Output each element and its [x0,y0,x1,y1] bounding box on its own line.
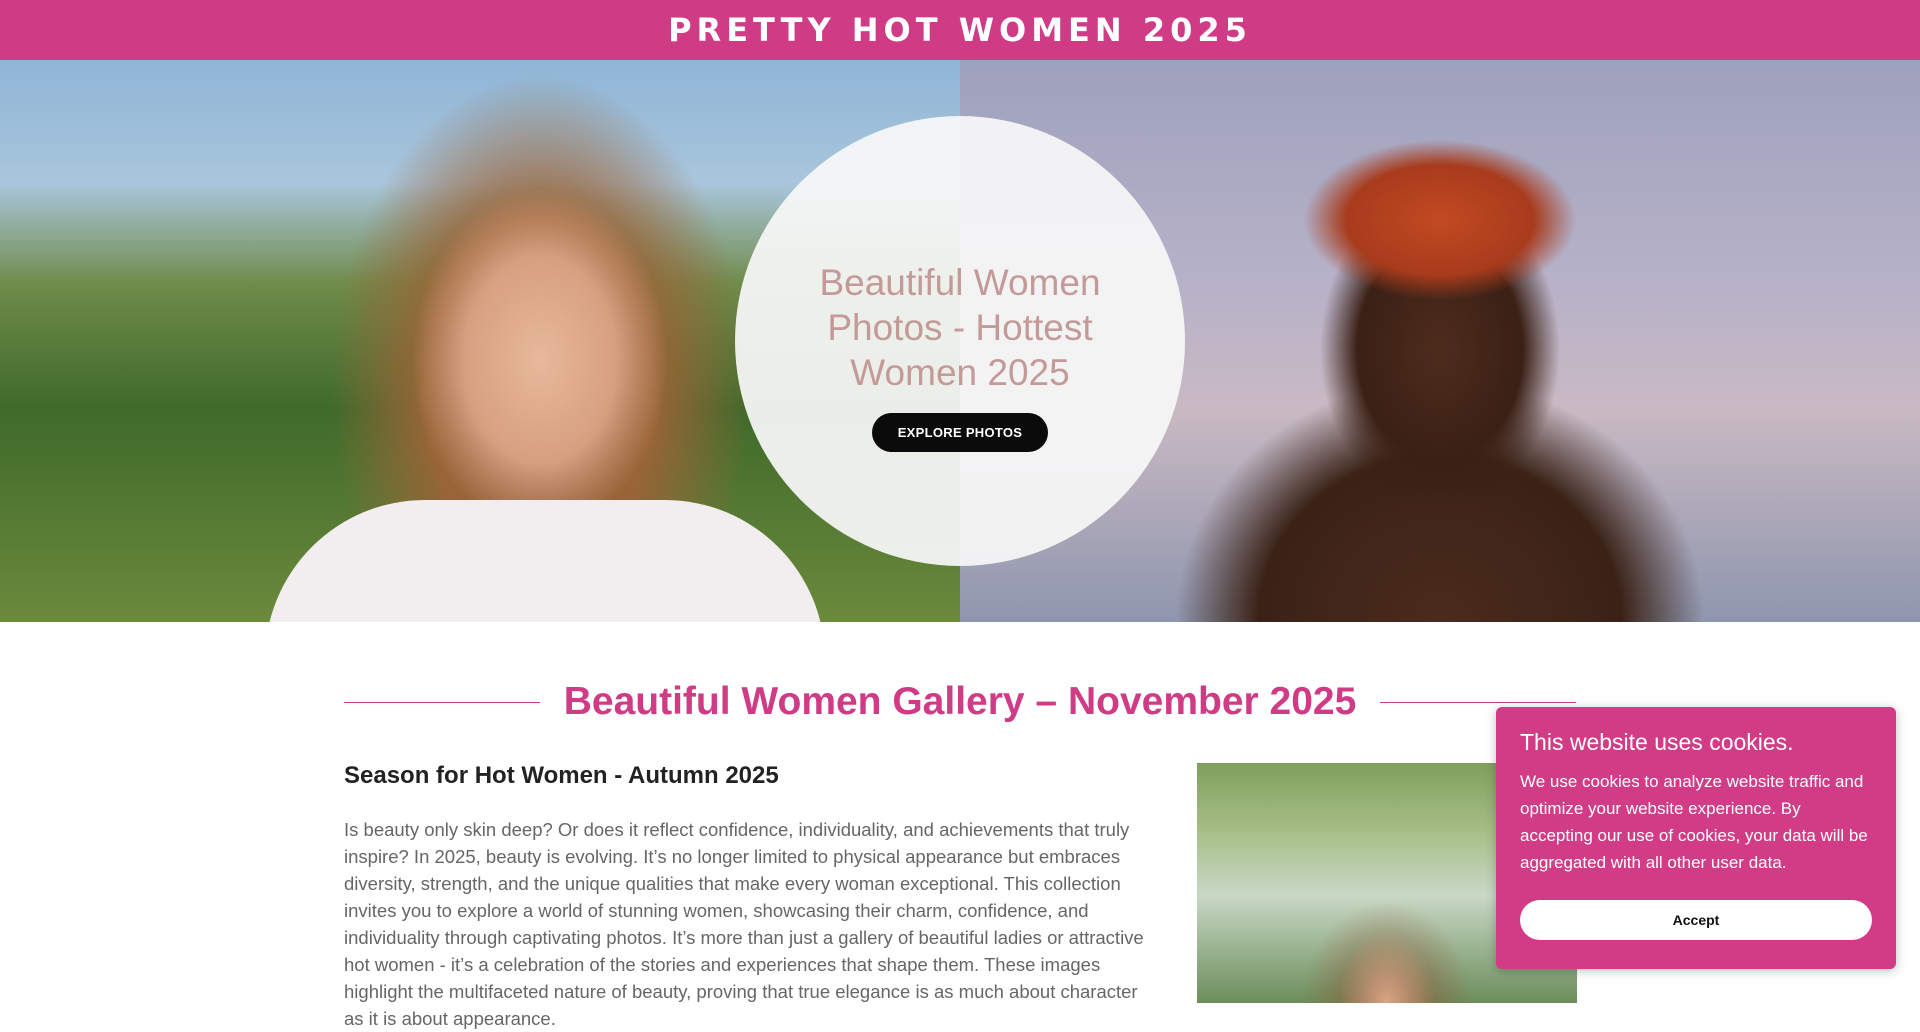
hero-heading: Beautiful Women Photos - Hottest Women 2… [819,262,1101,393]
hero-overlay-circle: Beautiful Women Photos - Hottest Women 2… [735,116,1185,566]
section-subheading: Season for Hot Women - Autumn 2025 [344,762,779,789]
hero-photo-left-shirt [265,500,825,622]
site-title[interactable]: PRETTY HOT WOMEN 2025 [668,11,1252,49]
gallery-heading: Beautiful Women Gallery – November 2025 [563,680,1357,723]
site-header: PRETTY HOT WOMEN 2025 [0,0,1920,60]
intro-paragraph: Is beauty only skin deep? Or does it ref… [344,819,1144,1029]
cookie-banner-title: This website uses cookies. [1520,729,1794,755]
accept-cookies-button[interactable]: Accept [1520,900,1872,940]
heading-divider-left [344,701,540,703]
heading-divider-right [1380,701,1577,703]
gallery-heading-row: Beautiful Women Gallery – November 2025 [344,672,1577,732]
cookie-banner-text: We use cookies to analyze website traffi… [1520,772,1868,872]
hero-banner: Beautiful Women Photos - Hottest Women 2… [0,60,1920,622]
cookie-banner: This website uses cookies. We use cookie… [1496,707,1896,969]
explore-photos-button[interactable]: EXPLORE PHOTOS [871,413,1049,452]
